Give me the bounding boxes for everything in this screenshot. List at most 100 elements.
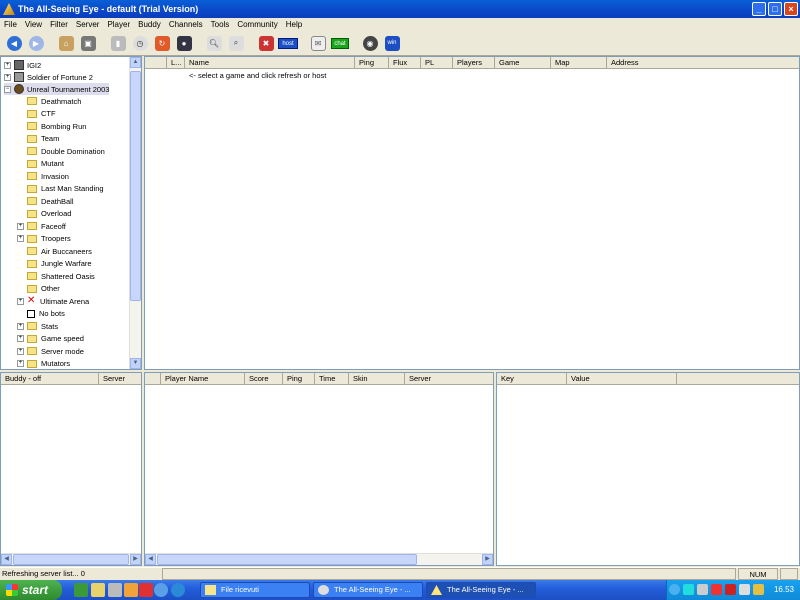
menu-server[interactable]: Server: [72, 20, 104, 29]
tree-item-team[interactable]: Team: [17, 133, 59, 145]
tray-arrow-icon[interactable]: [669, 584, 680, 595]
tree-item-game-speed[interactable]: + Game speed: [17, 333, 84, 345]
col-header-address[interactable]: Address: [607, 57, 799, 69]
win-button[interactable]: win: [382, 33, 402, 53]
tree-item-troopers[interactable]: + Troopers: [17, 233, 71, 245]
col-header-buddy[interactable]: Buddy - off: [1, 373, 99, 385]
col-header-skin[interactable]: Skin: [349, 373, 405, 385]
tree-item-ctf[interactable]: CTF: [17, 108, 56, 120]
find-player-button[interactable]: ⌕: [226, 33, 246, 53]
scroll-right-icon[interactable]: ▶: [130, 554, 141, 565]
stop-button[interactable]: ●: [174, 33, 194, 53]
tree-item-other[interactable]: Other: [17, 283, 60, 295]
tree-item-faceoff[interactable]: + Faceoff: [17, 220, 66, 232]
tools-button[interactable]: ✖: [256, 33, 276, 53]
expand-icon[interactable]: +: [17, 360, 24, 367]
col-header-pl[interactable]: PL: [421, 57, 453, 69]
col-header-blank[interactable]: [145, 373, 161, 385]
tower-button[interactable]: ▮: [108, 33, 128, 53]
scroll-down-icon[interactable]: ▼: [130, 358, 141, 369]
maximize-button[interactable]: □: [768, 2, 782, 16]
col-header-time[interactable]: Time: [315, 373, 349, 385]
tree-item-stats[interactable]: + Stats: [17, 320, 58, 332]
col-header-server[interactable]: Server: [99, 373, 141, 385]
tray-network-icon[interactable]: [683, 584, 694, 595]
quicklaunch-app2-icon[interactable]: [124, 583, 138, 597]
task-file-ricevuti[interactable]: File ricevuti: [200, 582, 310, 598]
tree-item-shattered-oasis[interactable]: Shattered Oasis: [17, 270, 95, 282]
tree-item-bombing-run[interactable]: Bombing Run: [17, 120, 86, 132]
mail-button[interactable]: ✉: [308, 33, 328, 53]
scroll-thumb[interactable]: [157, 554, 417, 565]
tree-item-invasion[interactable]: Invasion: [17, 170, 69, 182]
col-header-player-name[interactable]: Player Name: [161, 373, 245, 385]
scroll-up-icon[interactable]: ▲: [130, 57, 141, 68]
tree-item-ut2003[interactable]: − Unreal Tournament 2003: [4, 83, 110, 95]
close-button[interactable]: ×: [784, 2, 798, 16]
menu-help[interactable]: Help: [282, 20, 306, 29]
tree-item-sof2[interactable]: + Soldier of Fortune 2: [4, 71, 93, 83]
buddy-hscrollbar[interactable]: ◀ ▶: [1, 553, 141, 565]
expand-icon[interactable]: +: [4, 73, 11, 81]
menu-file[interactable]: File: [0, 20, 21, 29]
back-button[interactable]: ◀: [4, 33, 24, 53]
quicklaunch-media-icon[interactable]: [171, 583, 185, 597]
col-header-score[interactable]: Score: [245, 373, 283, 385]
menu-community[interactable]: Community: [233, 20, 281, 29]
expand-icon[interactable]: +: [17, 297, 24, 305]
menu-filter[interactable]: Filter: [46, 20, 72, 29]
player-hscrollbar[interactable]: ◀ ▶: [145, 553, 493, 565]
expand-icon[interactable]: +: [17, 335, 24, 342]
tree-item-deathball[interactable]: DeathBall: [17, 195, 74, 207]
col-header-lock[interactable]: [145, 57, 167, 69]
col-header-server[interactable]: Server: [405, 373, 493, 385]
scroll-left-icon[interactable]: ◀: [145, 554, 156, 565]
refresh-button[interactable]: ↻: [152, 33, 172, 53]
tree-item-igi2[interactable]: + IGI2: [4, 59, 41, 71]
expand-icon[interactable]: +: [17, 347, 24, 355]
tray-volume-icon[interactable]: [697, 584, 708, 595]
expand-icon[interactable]: +: [4, 61, 11, 69]
tree-item-mutant[interactable]: Mutant: [17, 158, 64, 170]
tree-item-jungle-warfare[interactable]: Jungle Warfare: [17, 258, 92, 270]
col-header-name[interactable]: Name: [185, 57, 355, 69]
expand-icon[interactable]: +: [17, 235, 24, 242]
col-header-ping[interactable]: Ping: [283, 373, 315, 385]
menu-buddy[interactable]: Buddy: [134, 20, 165, 29]
col-header-game[interactable]: Game: [495, 57, 551, 69]
tray-ati-icon[interactable]: [725, 584, 736, 595]
tree-item-double-domination[interactable]: Double Domination: [17, 145, 105, 157]
server-group-button[interactable]: ▣: [78, 33, 98, 53]
menu-tools[interactable]: Tools: [207, 20, 234, 29]
quicklaunch-acrobat-icon[interactable]: [139, 583, 153, 597]
collapse-icon[interactable]: −: [4, 85, 11, 93]
menu-player[interactable]: Player: [103, 20, 134, 29]
find-server-button[interactable]: 🔍︎: [204, 33, 224, 53]
refresh-timer-button[interactable]: ◷: [130, 33, 150, 53]
col-header-players[interactable]: Players: [453, 57, 495, 69]
tree-scrollbar[interactable]: ▲ ▼: [129, 57, 141, 369]
forward-button[interactable]: ▶: [26, 33, 46, 53]
tree-item-mutators[interactable]: + Mutators: [17, 358, 70, 370]
col-header-flux[interactable]: Flux: [389, 57, 421, 69]
tree-item-overload[interactable]: Overload: [17, 208, 71, 220]
quicklaunch-folder-icon[interactable]: [91, 583, 105, 597]
tray-shield-icon[interactable]: [753, 584, 764, 595]
scroll-right-icon[interactable]: ▶: [482, 554, 493, 565]
col-header-key[interactable]: Key: [497, 373, 567, 385]
tray-app-icon[interactable]: [711, 584, 722, 595]
menu-view[interactable]: View: [21, 20, 46, 29]
tray-monitor-icon[interactable]: [739, 584, 750, 595]
task-ase-2[interactable]: The All-Seeing Eye - ...: [426, 582, 536, 598]
expand-icon[interactable]: +: [17, 322, 24, 330]
quicklaunch-ie-icon[interactable]: [154, 583, 168, 597]
scroll-thumb[interactable]: [130, 71, 141, 301]
chat-button[interactable]: chat: [330, 33, 350, 53]
buddy-panel[interactable]: Buddy - off Server ◀ ▶: [0, 372, 142, 566]
task-ase-1[interactable]: The All-Seeing Eye - ...: [313, 582, 423, 598]
quicklaunch-settings-icon[interactable]: [108, 583, 122, 597]
player-panel[interactable]: Player Name Score Ping Time Skin Server …: [144, 372, 494, 566]
col-header-map[interactable]: Map: [551, 57, 607, 69]
tree-item-no-bots[interactable]: No bots: [17, 308, 65, 320]
server-list[interactable]: L... Name Ping Flux PL Players Game Map …: [144, 56, 800, 370]
